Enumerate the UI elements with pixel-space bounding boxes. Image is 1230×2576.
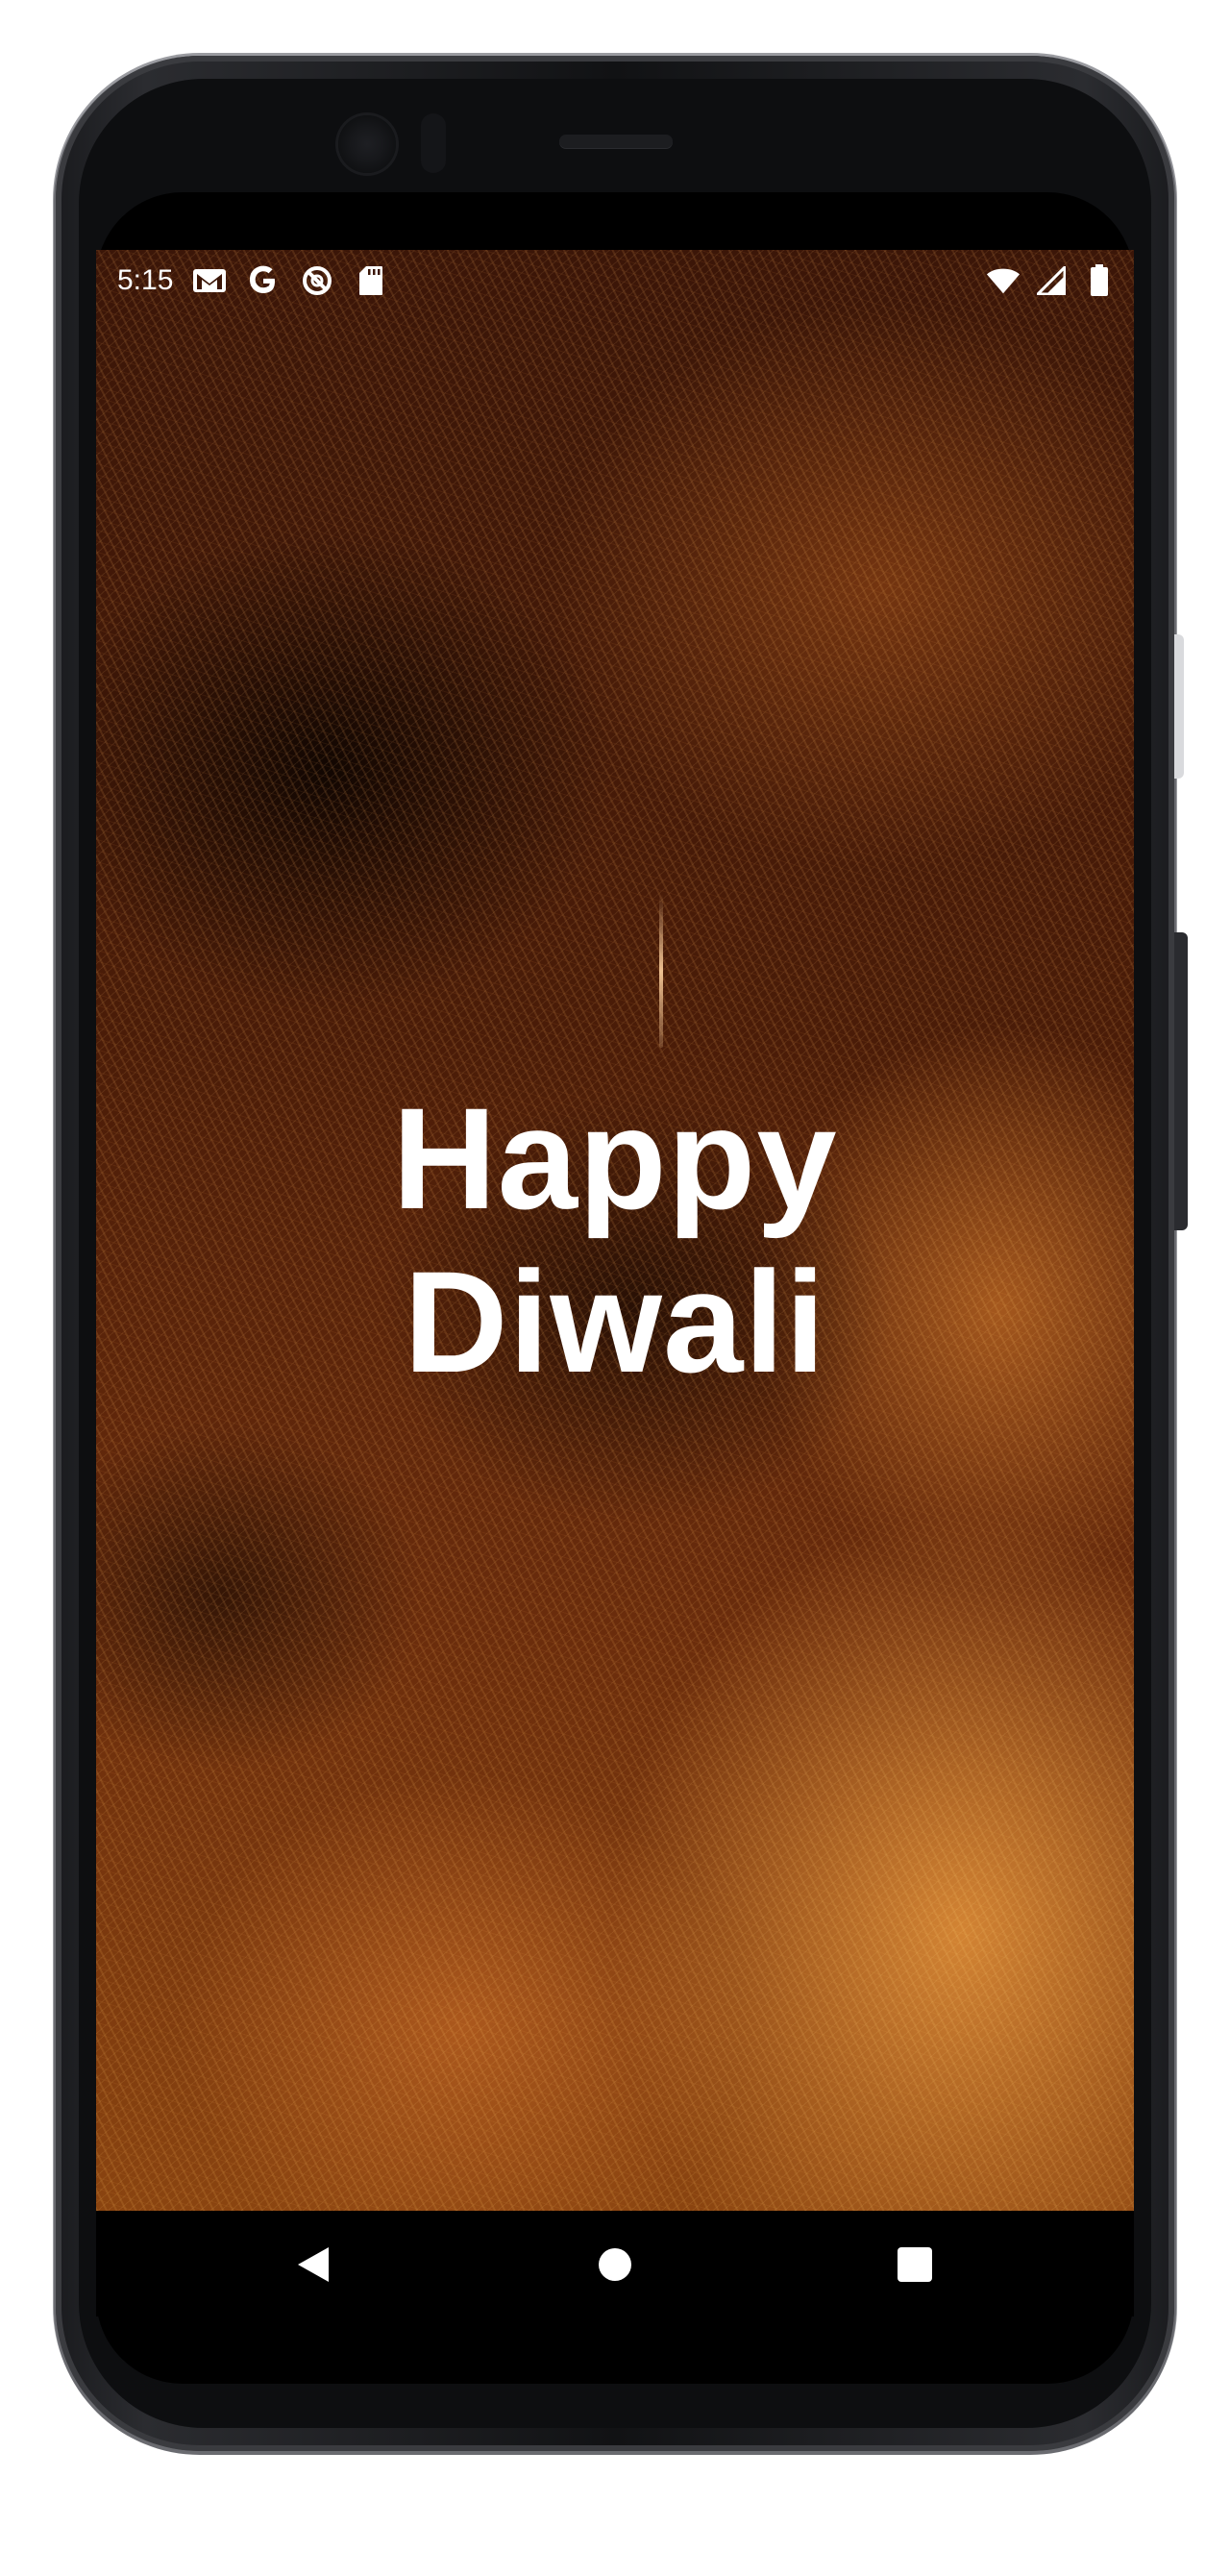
power-button xyxy=(1174,634,1184,779)
app-screen: 5:15 Happy Diwali xyxy=(96,250,1134,2211)
cell-signal-icon xyxy=(1034,263,1069,298)
recents-icon[interactable] xyxy=(896,2245,934,2284)
back-icon[interactable] xyxy=(294,2245,332,2284)
wifi-icon xyxy=(986,263,1021,298)
home-icon[interactable] xyxy=(596,2245,634,2284)
proximity-sensor xyxy=(421,113,446,173)
sd-card-icon xyxy=(354,263,388,298)
status-bar: 5:15 xyxy=(96,250,1134,311)
earpiece-speaker xyxy=(559,135,673,148)
volume-button xyxy=(1174,932,1188,1230)
status-right xyxy=(986,263,1117,298)
no-sync-icon xyxy=(300,263,334,298)
firework-streak xyxy=(659,894,663,1048)
google-icon xyxy=(246,263,281,298)
battery-icon xyxy=(1082,263,1117,298)
gmail-icon xyxy=(192,263,227,298)
navigation-bar xyxy=(96,2211,1134,2316)
greeting-text: Happy Diwali xyxy=(96,1077,1134,1403)
status-left: 5:15 xyxy=(117,263,388,298)
greeting-line-1: Happy xyxy=(392,1077,838,1239)
front-camera xyxy=(338,115,396,173)
greeting-line-2: Diwali xyxy=(404,1241,826,1402)
status-time: 5:15 xyxy=(117,264,174,296)
